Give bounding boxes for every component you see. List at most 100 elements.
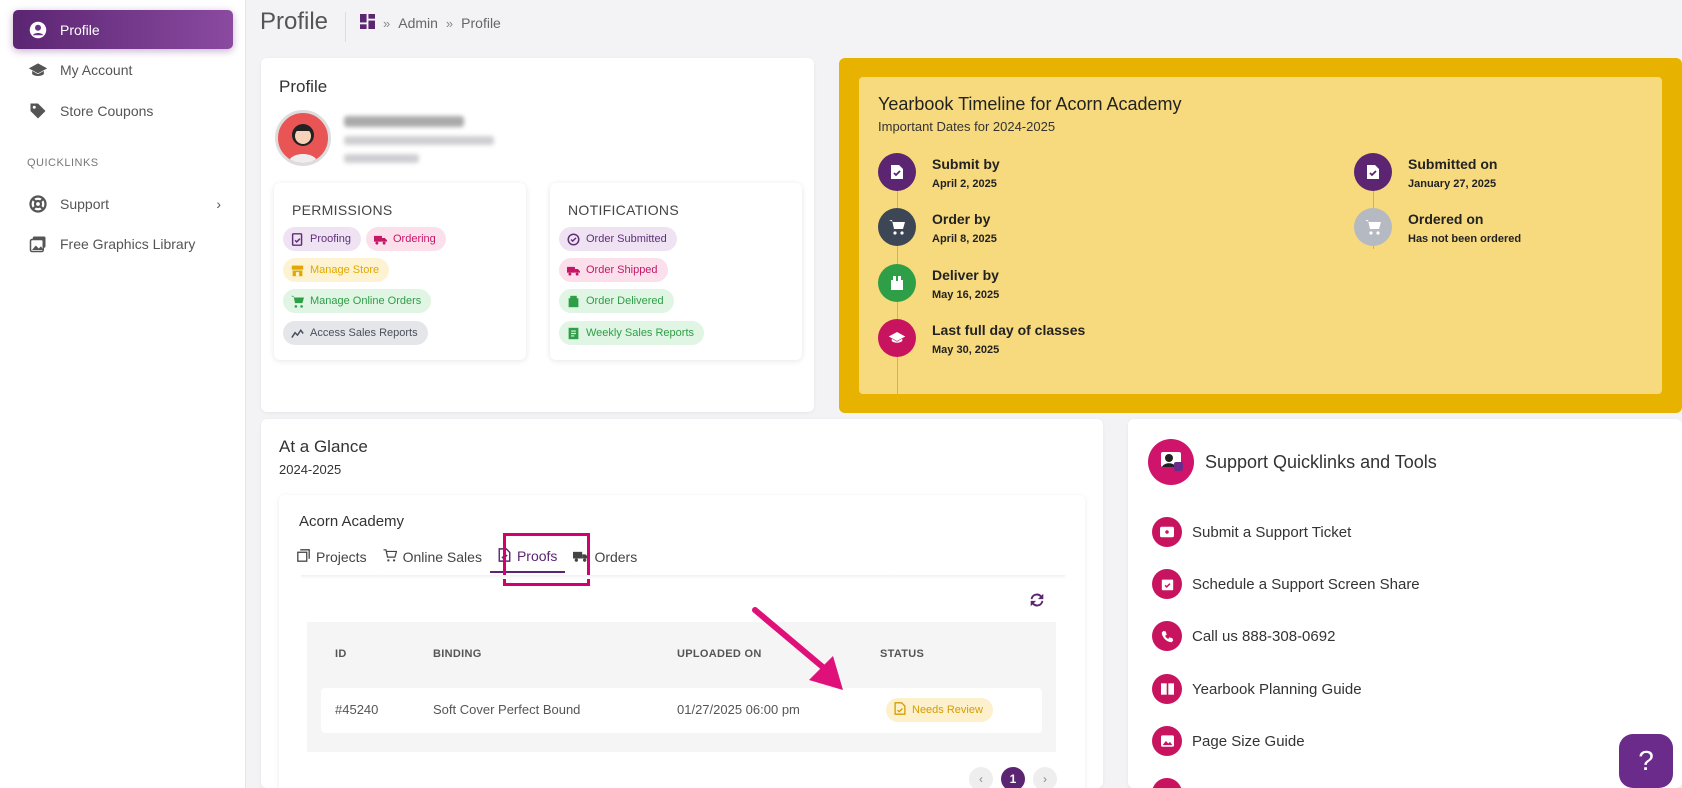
notification-chip-order-submitted: Order Submitted: [559, 227, 677, 251]
sidebar-item-store-coupons[interactable]: Store Coupons: [13, 91, 233, 130]
stack-icon: [297, 549, 310, 565]
timeline-subtitle: Important Dates for 2024-2025: [878, 119, 1056, 134]
permission-chip-proofing: Proofing: [283, 227, 361, 251]
timeline-item-ordered-on: Ordered on Has not been ordered: [1354, 208, 1521, 246]
timeline-item-submitted-on: Submitted on January 27, 2025: [1354, 153, 1497, 191]
timeline-date: May 30, 2025: [932, 344, 1000, 356]
column-header-binding: BINDING: [433, 648, 482, 660]
cart-icon: [291, 295, 304, 308]
package-icon: [878, 264, 916, 302]
graduation-cap-icon: [28, 60, 48, 80]
support-agent-icon: [1148, 439, 1194, 485]
tab-online-sales[interactable]: Online Sales: [375, 541, 490, 573]
yearbook-timeline-card: Yearbook Timeline for Acorn Academy Impo…: [839, 58, 1682, 413]
dashboard-grid-icon[interactable]: [360, 14, 375, 32]
notifications-card: NOTIFICATIONS Order Submitted Order Ship…: [550, 183, 802, 360]
image-frame-icon: [1152, 726, 1182, 756]
avatar: [275, 110, 331, 166]
header-divider: [345, 12, 346, 42]
support-link-submit-ticket[interactable]: Submit a Support Ticket: [1152, 517, 1351, 547]
permission-chip-manage-store: Manage Store: [283, 258, 390, 282]
timeline-date: April 2, 2025: [932, 178, 997, 190]
document-check-icon: [1354, 153, 1392, 191]
column-header-status: STATUS: [880, 648, 925, 660]
user-email-redacted: [344, 136, 494, 145]
support-title: Support Quicklinks and Tools: [1205, 452, 1437, 472]
school-name: Acorn Academy: [299, 513, 405, 530]
glance-title: At a Glance: [279, 437, 368, 456]
timeline-label: Order by: [932, 211, 991, 227]
notifications-title: NOTIFICATIONS: [568, 202, 679, 218]
pagination-page[interactable]: 1: [1001, 767, 1025, 788]
permission-chip-access-sales-reports: Access Sales Reports: [283, 321, 428, 345]
sidebar-item-profile[interactable]: Profile: [13, 10, 233, 49]
glance-year: 2024-2025: [279, 462, 342, 477]
pagination-next[interactable]: ›: [1033, 767, 1057, 788]
sidebar-item-label: Free Graphics Library: [60, 235, 196, 252]
sidebar-item-support[interactable]: Support ›: [13, 184, 233, 223]
permission-chip-manage-online-orders: Manage Online Orders: [283, 289, 432, 313]
column-header-id: ID: [335, 648, 347, 660]
cart-icon: [383, 549, 397, 565]
book-icon: [1152, 674, 1182, 704]
support-link-planning-guide[interactable]: Yearbook Planning Guide: [1152, 674, 1362, 704]
yearbook-timeline-panel: Yearbook Timeline for Acorn Academy Impo…: [859, 77, 1662, 399]
support-link-call-us[interactable]: Call us 888-308-0692: [1152, 621, 1335, 651]
help-button[interactable]: ?: [1619, 734, 1673, 788]
status-badge: Needs Review: [886, 698, 993, 722]
truck-icon: [374, 233, 387, 246]
breadcrumb-separator: »: [383, 15, 391, 31]
package-icon: [567, 295, 580, 308]
user-name-redacted: [344, 116, 464, 127]
school-card: Acorn Academy Projects Online Sales Proo…: [279, 495, 1085, 788]
profile-card-title: Profile: [279, 77, 328, 96]
proof-doc-icon: [894, 702, 906, 718]
pagination-prev[interactable]: ‹: [969, 767, 993, 788]
profile-card: Profile PERMISSIONS Proofing Ordering Ma…: [261, 58, 814, 412]
support-link-page-size-guide[interactable]: Page Size Guide: [1152, 726, 1305, 756]
sidebar-item-label: Profile: [60, 21, 100, 38]
refresh-icon[interactable]: [1027, 590, 1047, 610]
page-title: Profile: [260, 8, 329, 35]
sidebar: Profile My Account Store Coupons QUICKLI…: [0, 0, 246, 788]
store-icon: [291, 264, 304, 277]
phone-icon: [1152, 621, 1182, 651]
timeline-date: January 27, 2025: [1408, 178, 1497, 190]
sidebar-item-my-account[interactable]: My Account: [13, 50, 233, 89]
support-link-more[interactable]: [1152, 778, 1192, 788]
document-check-icon: [878, 153, 916, 191]
tab-projects[interactable]: Projects: [289, 541, 375, 573]
table-row[interactable]: #45240 Soft Cover Perfect Bound 01/27/20…: [321, 688, 1042, 733]
timeline-label: Last full day of classes: [932, 322, 1086, 338]
check-circle-icon: [567, 232, 580, 246]
sidebar-item-label: My Account: [60, 61, 133, 78]
support-quicklinks-card: Support Quicklinks and Tools Submit a Su…: [1128, 419, 1682, 788]
tag-icon: [28, 101, 48, 121]
more-icon: [1152, 778, 1182, 788]
sidebar-item-label: Support: [60, 195, 110, 212]
cell-uploaded-on: 01/27/2025 06:00 pm: [677, 702, 800, 717]
calendar-check-icon: [1152, 569, 1182, 599]
lifebuoy-icon: [28, 194, 48, 214]
timeline-date: April 8, 2025: [932, 233, 997, 245]
notification-chip-order-shipped: Order Shipped: [559, 258, 668, 282]
breadcrumb: » Admin » Profile: [360, 14, 501, 32]
ticket-icon: [1152, 517, 1182, 547]
proof-doc-icon: [291, 232, 304, 246]
timeline-label: Ordered on: [1408, 211, 1484, 227]
chevron-right-icon: ›: [216, 195, 221, 212]
timeline-label: Submit by: [932, 156, 1000, 172]
chart-line-icon: [291, 327, 304, 340]
timeline-label: Deliver by: [932, 267, 999, 283]
timeline-date: May 16, 2025: [932, 289, 1000, 301]
breadcrumb-separator: »: [445, 15, 454, 31]
pagination: ‹ 1 ›: [969, 767, 1057, 788]
notification-chip-weekly-sales-reports: Weekly Sales Reports: [559, 321, 705, 345]
quicklinks-heading: QUICKLINKS: [27, 157, 99, 169]
at-a-glance-card: At a Glance 2024-2025 Acorn Academy Proj…: [261, 419, 1103, 788]
breadcrumb-admin[interactable]: Admin: [398, 15, 438, 31]
sidebar-item-label: Store Coupons: [60, 102, 154, 119]
images-icon: [28, 234, 48, 254]
support-link-screen-share[interactable]: Schedule a Support Screen Share: [1152, 569, 1420, 599]
sidebar-item-free-graphics-library[interactable]: Free Graphics Library: [13, 224, 233, 263]
